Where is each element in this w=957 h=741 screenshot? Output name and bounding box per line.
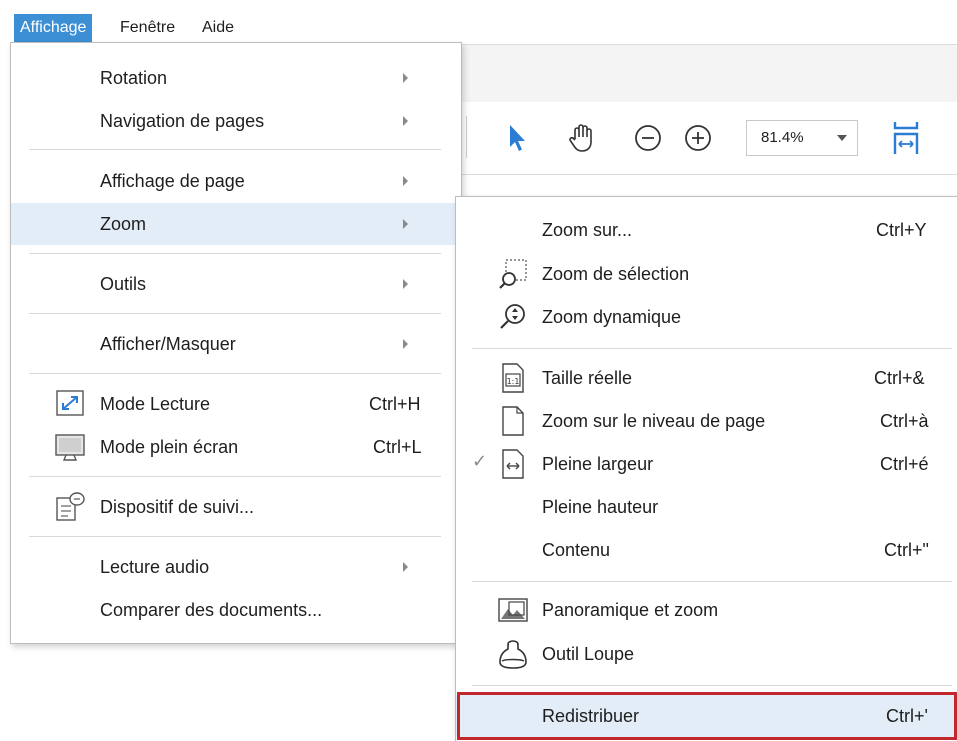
reading-mode-icon — [53, 387, 87, 421]
actual-size-icon: 1:1 — [496, 361, 530, 395]
menu-item-fit-visible[interactable]: Contenu Ctrl+" — [456, 529, 957, 571]
shortcut-label: Ctrl+& — [874, 368, 925, 388]
menu-item-label: Lecture audio — [100, 557, 210, 577]
menu-separator — [29, 476, 441, 477]
zoom-out-icon[interactable] — [626, 116, 670, 160]
menu-item-marquee-zoom[interactable]: Zoom de sélection — [456, 253, 957, 295]
svg-text:1:1: 1:1 — [507, 377, 520, 386]
menu-separator — [29, 313, 441, 314]
menu-aide[interactable]: Aide — [196, 14, 240, 42]
menu-item-label: Contenu — [542, 540, 611, 560]
dynamic-zoom-icon — [496, 300, 530, 334]
toolbar-separator — [466, 116, 467, 158]
shortcut-label: Ctrl+" — [884, 540, 929, 560]
menu-item-dynamic-zoom[interactable]: Zoom dynamique — [456, 296, 957, 338]
menu-item-reading-mode[interactable]: Mode Lecture Ctrl+H — [11, 383, 461, 425]
chevron-right-icon — [403, 279, 408, 289]
menu-separator — [29, 373, 441, 374]
chevron-right-icon — [403, 219, 408, 229]
chevron-right-icon — [403, 116, 408, 126]
chevron-right-icon — [403, 562, 408, 572]
fit-page-icon[interactable] — [884, 116, 928, 160]
menu-separator — [29, 536, 441, 537]
menu-item-label: Panoramique et zoom — [542, 600, 719, 620]
select-tool-icon[interactable] — [496, 116, 540, 160]
menu-item-loupe[interactable]: Outil Loupe — [456, 633, 957, 675]
menu-item-reflow[interactable]: Redistribuer Ctrl+' — [456, 695, 957, 737]
marquee-zoom-icon — [496, 257, 530, 291]
menu-item-fit-page[interactable]: Zoom sur le niveau de page Ctrl+à — [456, 400, 957, 442]
shortcut-label: Ctrl+H — [369, 394, 421, 414]
menu-item-pan-zoom[interactable]: Panoramique et zoom — [456, 589, 957, 631]
menu-item-label: Mode plein écran — [100, 437, 239, 457]
menu-item-read-aloud[interactable]: Lecture audio — [11, 546, 461, 588]
menu-item-label: Zoom sur... — [542, 220, 633, 240]
pan-zoom-icon — [496, 593, 530, 627]
menu-bar: Affichage Fenêtre Aide — [0, 0, 957, 42]
loupe-icon — [496, 637, 530, 671]
menu-item-label: Afficher/Masquer — [100, 334, 236, 354]
shortcut-label: Ctrl+à — [880, 411, 929, 431]
menu-item-zoom[interactable]: Zoom — [11, 203, 461, 245]
menu-item-compare[interactable]: Comparer des documents... — [11, 589, 461, 631]
menu-item-zoom-to[interactable]: Zoom sur... Ctrl+Y — [456, 209, 957, 251]
menu-item-label: Pleine hauteur — [542, 497, 659, 517]
menu-item-label: Redistribuer — [542, 706, 640, 726]
tracker-icon — [53, 490, 87, 524]
tab-strip — [460, 44, 957, 103]
menu-item-label: Zoom dynamique — [542, 307, 682, 327]
checkmark-icon: ✓ — [472, 451, 488, 471]
menu-item-full-screen[interactable]: Mode plein écran Ctrl+L — [11, 426, 461, 468]
menu-item-fit-height[interactable]: Pleine hauteur — [456, 486, 957, 528]
menu-fenetre[interactable]: Fenêtre — [114, 14, 181, 42]
chevron-right-icon — [403, 339, 408, 349]
chevron-right-icon — [403, 176, 408, 186]
fit-width-icon — [496, 447, 530, 481]
chevron-down-icon — [837, 135, 847, 141]
zoom-level-value: 81.4% — [761, 129, 804, 146]
menu-item-tools[interactable]: Outils — [11, 263, 461, 305]
menu-item-label: Zoom — [100, 214, 147, 234]
menu-item-fit-width[interactable]: ✓ Pleine largeur Ctrl+é — [456, 443, 957, 485]
menu-item-label: Outil Loupe — [542, 644, 635, 664]
menu-item-label: Navigation de pages — [100, 111, 265, 131]
menu-item-label: Comparer des documents... — [100, 600, 323, 620]
menu-item-show-hide[interactable]: Afficher/Masquer — [11, 323, 461, 365]
menu-item-tracker[interactable]: Dispositif de suivi... — [11, 486, 461, 528]
menu-separator — [29, 253, 441, 254]
menu-item-page-display[interactable]: Affichage de page — [11, 160, 461, 202]
hand-tool-icon[interactable] — [560, 116, 604, 160]
menu-item-label: Pleine largeur — [542, 454, 654, 474]
shortcut-label: Ctrl+Y — [876, 220, 927, 240]
monitor-icon — [53, 430, 87, 464]
menu-item-label: Zoom sur le niveau de page — [542, 411, 766, 431]
menu-separator — [472, 348, 952, 349]
menu-item-label: Affichage de page — [100, 171, 245, 191]
chevron-right-icon — [403, 73, 408, 83]
view-menu: Rotation Navigation de pages Affichage d… — [10, 42, 462, 644]
menu-separator — [472, 581, 952, 582]
shortcut-label: Ctrl+L — [373, 437, 422, 457]
shortcut-label: Ctrl+é — [880, 454, 929, 474]
menu-item-label: Taille réelle — [542, 368, 633, 388]
menu-item-label: Zoom de sélection — [542, 264, 690, 284]
menu-item-navigation[interactable]: Navigation de pages — [11, 100, 461, 142]
menu-item-rotation[interactable]: Rotation — [11, 57, 461, 99]
menu-affichage[interactable]: Affichage — [14, 14, 93, 42]
zoom-in-icon[interactable] — [676, 116, 720, 160]
shortcut-label: Ctrl+' — [886, 706, 928, 726]
menu-item-label: Dispositif de suivi... — [100, 497, 255, 517]
zoom-submenu: Zoom sur... Ctrl+Y Zoom de sélection Zoo… — [455, 196, 957, 741]
zoom-level-dropdown[interactable]: 81.4% — [746, 120, 858, 156]
menu-separator — [29, 149, 441, 150]
toolbar: 81.4% — [460, 102, 957, 175]
menu-item-label: Outils — [100, 274, 147, 294]
page-icon — [496, 404, 530, 438]
menu-separator — [472, 685, 952, 686]
menu-item-label: Rotation — [100, 68, 168, 88]
menu-item-actual-size[interactable]: 1:1 Taille réelle Ctrl+& — [456, 357, 957, 399]
menu-item-label: Mode Lecture — [100, 394, 211, 414]
